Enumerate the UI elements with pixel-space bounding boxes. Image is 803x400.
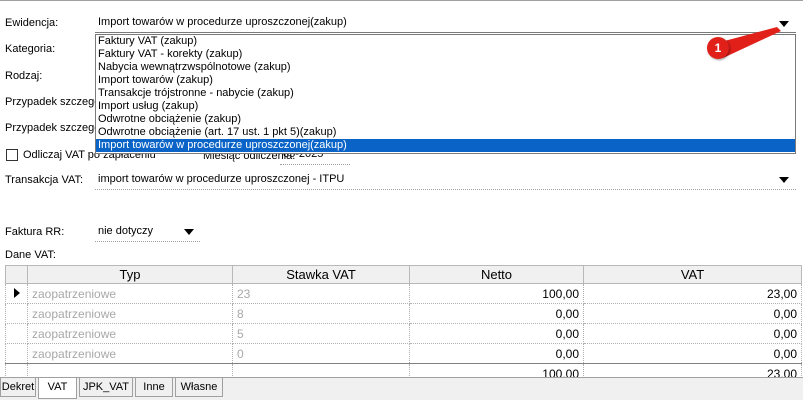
cell-vat[interactable]: 23,00 [583, 283, 802, 304]
dropdown-option[interactable]: Odwrotne obciążenie (art. 17 ust. 1 pkt … [96, 126, 795, 139]
table-row[interactable]: zaopatrzeniowe 5 0,00 0,00 [5, 323, 802, 344]
ewidencja-label: Ewidencja: [5, 17, 59, 29]
top-border [0, 0, 803, 1]
dropdown-option[interactable]: Transakcje trójstronne - nabycie (zakup) [96, 87, 795, 100]
transakcja-vat-select[interactable]: import towarów w procedurze uproszczonej… [95, 170, 796, 190]
table-row[interactable]: zaopatrzeniowe 23 100,00 23,00 [5, 283, 802, 304]
table-row[interactable]: zaopatrzeniowe 0 0,00 0,00 [5, 343, 802, 364]
tab-vat[interactable]: VAT [38, 378, 77, 399]
grid-header-stawka[interactable]: Stawka VAT [232, 265, 410, 284]
faktura-rr-label: Faktura RR: [5, 226, 65, 238]
dropdown-option[interactable]: Odwrotne obciążenie (zakup) [96, 113, 795, 126]
grid-header-typ[interactable]: Typ [27, 265, 233, 284]
row-indicator [5, 283, 28, 304]
faktura-rr-value: nie dotyczy [98, 225, 154, 237]
cell-typ[interactable]: zaopatrzeniowe [27, 343, 233, 364]
cell-stawka[interactable]: 8 [232, 303, 410, 324]
cell-stawka[interactable]: 5 [232, 323, 410, 344]
dropdown-option[interactable]: Nabycia wewnątrzwspólnotowe (zakup) [96, 61, 795, 74]
grid-header-row: Typ Stawka VAT Netto VAT [5, 265, 802, 284]
ewidencja-select[interactable]: Import towarów w procedurze uproszczonej… [95, 13, 796, 33]
cell-typ[interactable]: zaopatrzeniowe [27, 303, 233, 324]
ewidencja-value: Import towarów w procedurze uproszczonej… [98, 16, 347, 28]
dropdown-option[interactable]: Import towarów (zakup) [96, 74, 795, 87]
row-indicator [5, 323, 28, 344]
vat-data-grid[interactable]: Typ Stawka VAT Netto VAT zaopatrzeniowe … [5, 265, 802, 384]
tab-dekret[interactable]: Dekret [0, 378, 36, 397]
grid-header-indicator [5, 265, 28, 284]
dane-vat-label: Dane VAT: [5, 249, 56, 261]
cell-netto[interactable]: 100,00 [409, 283, 584, 304]
grid-header-netto[interactable]: Netto [409, 265, 584, 284]
cell-vat[interactable]: 0,00 [583, 303, 802, 324]
faktura-rr-chevron-down-icon[interactable] [184, 229, 194, 235]
dropdown-option[interactable]: Faktury VAT - korekty (zakup) [96, 48, 795, 61]
kategoria-label: Kategoria: [5, 43, 56, 55]
transakcja-chevron-down-icon[interactable] [779, 177, 789, 183]
rodzaj-label: Rodzaj: [5, 70, 43, 82]
grid-header-vat[interactable]: VAT [583, 265, 802, 284]
table-row[interactable]: zaopatrzeniowe 8 0,00 0,00 [5, 303, 802, 324]
cell-typ[interactable]: zaopatrzeniowe [27, 323, 233, 344]
przypadek-szczegolny-label-2: Przypadek szczegó [5, 122, 101, 134]
dropdown-option-selected[interactable]: Import towarów w procedurze uproszczonej… [96, 139, 795, 152]
cell-vat[interactable]: 0,00 [583, 343, 802, 364]
cell-stawka[interactable]: 23 [232, 283, 410, 304]
przypadek-szczegolny-label-1: Przypadek szczegó [5, 96, 101, 108]
cell-netto[interactable]: 0,00 [409, 343, 584, 364]
transakcja-vat-label: Transakcja VAT: [5, 174, 84, 186]
dropdown-option[interactable]: Faktury VAT (zakup) [96, 35, 795, 48]
cell-typ[interactable]: zaopatrzeniowe [27, 283, 233, 304]
callout-number-badge: 1 [707, 37, 729, 59]
tab-bar: Dekret VAT JPK_VAT Inne Własne [0, 377, 803, 400]
tab-jpk-vat[interactable]: JPK_VAT [79, 378, 133, 397]
ewidencja-dropdown-list[interactable]: Faktury VAT (zakup) Faktury VAT - korekt… [95, 34, 796, 154]
cell-netto[interactable]: 0,00 [409, 323, 584, 344]
cell-vat[interactable]: 0,00 [583, 323, 802, 344]
cell-netto[interactable]: 0,00 [409, 303, 584, 324]
tab-inne[interactable]: Inne [135, 378, 173, 397]
dropdown-option[interactable]: Import usług (zakup) [96, 100, 795, 113]
row-indicator [5, 303, 28, 324]
row-indicator [5, 343, 28, 364]
current-row-arrow-icon [13, 287, 20, 298]
tab-wlasne[interactable]: Własne [175, 378, 223, 397]
transakcja-vat-value: import towarów w procedurze uproszczonej… [98, 173, 345, 185]
cell-stawka[interactable]: 0 [232, 343, 410, 364]
odliczaj-vat-checkbox[interactable] [6, 149, 18, 161]
